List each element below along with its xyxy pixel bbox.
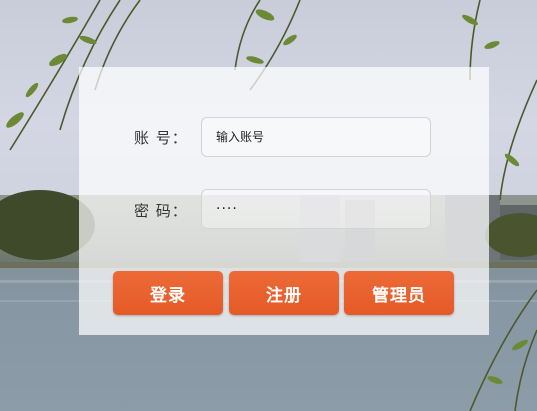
password-input[interactable]: [201, 189, 431, 229]
register-button[interactable]: 注册: [229, 271, 339, 315]
password-label: 密 码：: [134, 202, 188, 220]
admin-button[interactable]: 管理员: [344, 271, 454, 315]
account-input[interactable]: [201, 117, 431, 157]
login-panel: 账 号： 密 码： 登录 注册 管理员: [79, 67, 489, 335]
login-button[interactable]: 登录: [113, 271, 223, 315]
account-label: 账 号：: [134, 129, 188, 147]
login-screen: 账 号： 密 码： 登录 注册 管理员: [0, 0, 537, 411]
